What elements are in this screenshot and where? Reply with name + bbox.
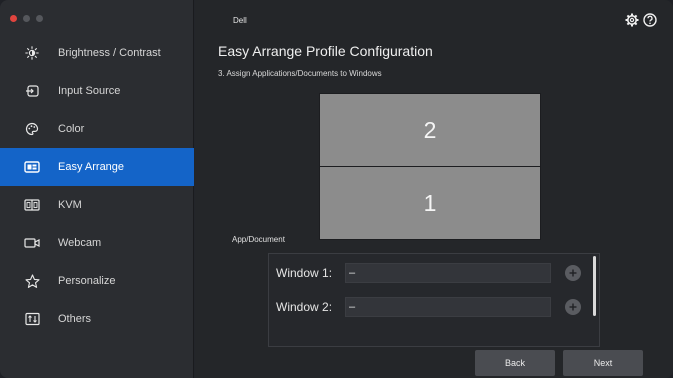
- sidebar-item-label: Personalize: [58, 275, 116, 287]
- sidebar-item-personalize[interactable]: Personalize: [0, 262, 194, 300]
- star-icon: [24, 273, 40, 289]
- sidebar-item-color[interactable]: Color: [0, 110, 194, 148]
- window-assignment-panel: Window 1: – Window 2: –: [268, 253, 600, 347]
- window-row: Window 2: –: [276, 297, 581, 317]
- help-icon[interactable]: [643, 13, 657, 27]
- page-title: Easy Arrange Profile Configuration: [218, 43, 433, 59]
- sidebar-item-label: KVM: [58, 199, 82, 211]
- input-source-icon: [24, 83, 40, 99]
- sidebar-item-others[interactable]: Others: [0, 300, 194, 338]
- add-app-button[interactable]: [565, 265, 581, 281]
- window-1-field[interactable]: –: [345, 263, 551, 283]
- back-button[interactable]: Back: [475, 350, 555, 376]
- zoom-window-button[interactable]: [36, 15, 43, 22]
- sidebar-item-label: Color: [58, 123, 85, 135]
- panel-scrollbar[interactable]: [593, 256, 596, 316]
- close-window-button[interactable]: [10, 15, 17, 22]
- sidebar-item-label: Input Source: [58, 85, 121, 97]
- sidebar-item-label: Easy Arrange: [58, 161, 125, 173]
- plus-icon: [569, 303, 577, 311]
- layout-zone-2[interactable]: 2: [320, 94, 540, 166]
- others-icon: [24, 311, 40, 327]
- top-toolbar: [625, 13, 657, 27]
- plus-icon: [569, 269, 577, 277]
- app-window: Brightness / Contrast Input Source Color…: [0, 0, 673, 378]
- window-row: Window 1: –: [276, 263, 581, 283]
- brightness-icon: [24, 45, 40, 61]
- section-label: App/Document: [232, 235, 285, 244]
- sidebar-nav: Brightness / Contrast Input Source Color…: [0, 34, 194, 338]
- window-2-field[interactable]: –: [345, 297, 551, 317]
- sidebar-item-label: Webcam: [58, 237, 102, 249]
- step-label: 3. Assign Applications/Documents to Wind…: [218, 69, 382, 78]
- gear-icon[interactable]: [625, 13, 639, 27]
- window-controls: [10, 15, 43, 22]
- sidebar-item-label: Others: [58, 313, 92, 325]
- next-button[interactable]: Next: [563, 350, 643, 376]
- layout-preview: 2 1: [319, 93, 541, 240]
- layout-zone-1[interactable]: 1: [320, 167, 540, 239]
- main-panel: Dell Easy Arrange Profile Configuration …: [195, 0, 673, 378]
- color-palette-icon: [24, 121, 40, 137]
- add-app-button[interactable]: [565, 299, 581, 315]
- app-title: Dell: [233, 16, 247, 25]
- easy-arrange-icon: [24, 159, 40, 175]
- sidebar-item-label: Brightness / Contrast: [58, 47, 161, 59]
- sidebar-item-brightness-contrast[interactable]: Brightness / Contrast: [0, 34, 194, 72]
- sidebar-item-webcam[interactable]: Webcam: [0, 224, 194, 262]
- window-label: Window 2:: [276, 300, 333, 314]
- sidebar: Brightness / Contrast Input Source Color…: [0, 0, 194, 378]
- sidebar-item-input-source[interactable]: Input Source: [0, 72, 194, 110]
- webcam-icon: [24, 235, 40, 251]
- window-label: Window 1:: [276, 266, 333, 280]
- sidebar-item-kvm[interactable]: KVM: [0, 186, 194, 224]
- minimize-window-button[interactable]: [23, 15, 30, 22]
- sidebar-item-easy-arrange[interactable]: Easy Arrange: [0, 148, 194, 186]
- kvm-icon: [24, 197, 40, 213]
